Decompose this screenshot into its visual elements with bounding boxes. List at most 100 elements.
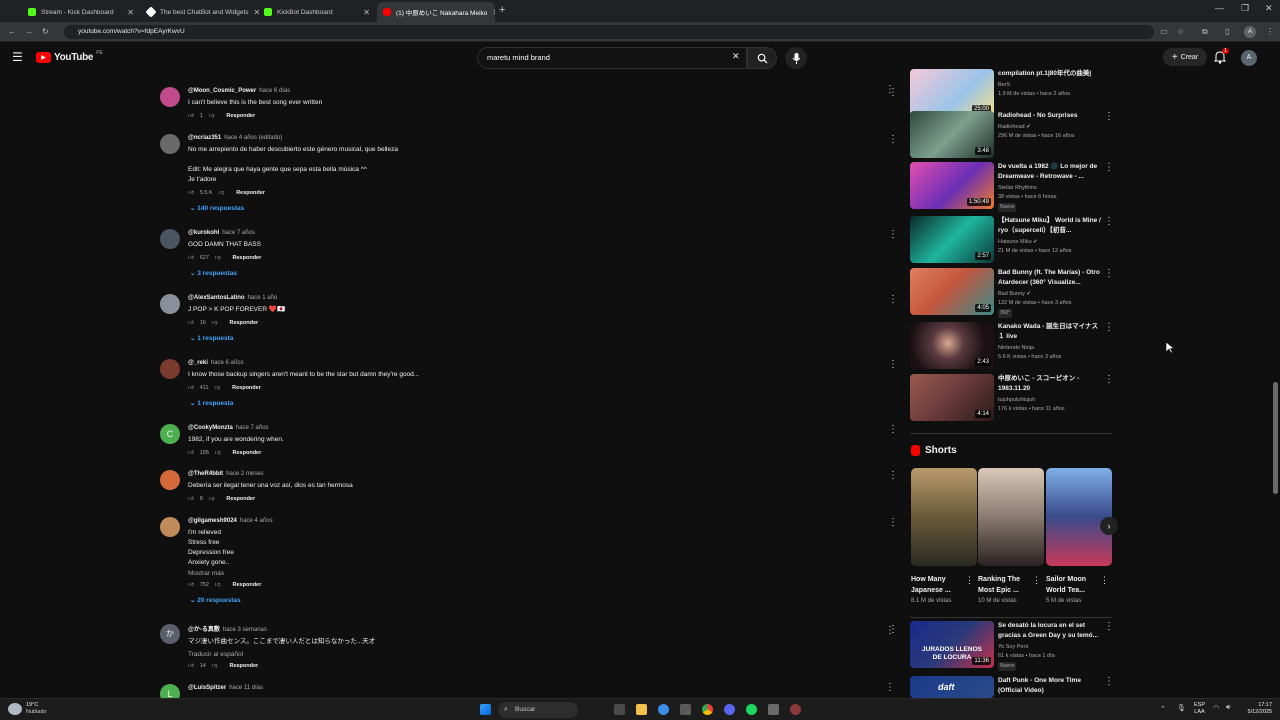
language-indicator[interactable]: ESP LAA	[1194, 702, 1205, 716]
tab-chatbot[interactable]: The best ChatBot and Widgets ✕	[141, 2, 259, 22]
tab-kickbot[interactable]: KickBot Dashboard ✕	[258, 2, 376, 22]
video-title[interactable]: compilation pt.1|80年代の曲美|	[998, 69, 1103, 79]
translate-button[interactable]: Traducir al español	[188, 651, 878, 658]
channel-name[interactable]: Hatsune Miku ✔	[998, 238, 1103, 247]
hamburger-menu-icon[interactable]: ☰	[12, 50, 23, 64]
comment-time[interactable]: hace 6 años	[211, 360, 244, 366]
url-field[interactable]: youtube.com/watch?v=fdpEAyrKwvU	[64, 25, 1154, 39]
view-replies-button[interactable]: ⌄ 1 respuesta	[190, 399, 878, 407]
comment-author[interactable]: @ncriaz351	[188, 135, 221, 141]
video-title[interactable]: Se desató la locura en el set gracias a …	[998, 621, 1103, 641]
dislike-icon[interactable]: 👎︎	[209, 113, 215, 119]
short-title[interactable]: How Many Japanese ...	[911, 574, 965, 596]
app-icon[interactable]	[680, 704, 691, 715]
video-thumbnail[interactable]: 1:50:49	[910, 162, 994, 209]
avatar[interactable]	[160, 517, 180, 537]
comment-menu-icon[interactable]: ⋮	[888, 294, 898, 305]
show-more-button[interactable]: Mostrar más	[188, 570, 878, 577]
video-menu-icon[interactable]: ⋮	[1104, 621, 1114, 632]
comment-time[interactable]: hace 7 años	[236, 425, 269, 431]
channel-name[interactable]: tujuhpuluhtujuh	[998, 396, 1103, 405]
like-icon[interactable]: 👍︎	[188, 190, 194, 196]
avatar[interactable]	[160, 87, 180, 107]
video-title[interactable]: 【Hatsune Miku】 World is Mine / ryo（super…	[998, 216, 1103, 236]
short-thumbnail[interactable]	[911, 468, 977, 566]
dislike-icon[interactable]: 👎︎	[215, 255, 221, 261]
recommended-video[interactable]: 4:14 中原めいこ - スコーピオン - 1983.11.20 tujuhpu…	[910, 374, 1115, 422]
video-menu-icon[interactable]: ⋮	[1104, 374, 1114, 385]
file-explorer-icon[interactable]	[636, 704, 647, 715]
reply-button[interactable]: Responder	[233, 582, 262, 588]
video-title[interactable]: 中原めいこ - スコーピオン - 1983.11.20	[998, 374, 1103, 394]
like-icon[interactable]: 👍︎	[188, 113, 194, 119]
comment-time[interactable]: hace 6 días	[259, 88, 290, 94]
video-title[interactable]: De vuelta a 1982 🌑 Lo mejor de Dreamwave…	[998, 162, 1103, 182]
short-title[interactable]: Ranking The Most Epic ...	[978, 574, 1032, 596]
recommended-video[interactable]: 3:48 Radiohead - No Surprises Radiohead …	[910, 111, 1115, 159]
comment-time[interactable]: hace 4 años (editado)	[224, 135, 282, 141]
video-title[interactable]: Kanako Wada - 誕生日はマイナス１ live	[998, 322, 1103, 342]
avatar[interactable]	[160, 359, 180, 379]
dislike-icon[interactable]: 👎︎	[212, 320, 218, 326]
comment-time[interactable]: hace 4 años	[240, 518, 273, 524]
dislike-icon[interactable]: 👎︎	[215, 385, 221, 391]
like-icon[interactable]: 👍︎	[188, 663, 194, 669]
channel-name[interactable]: Yo Soy Perú	[998, 643, 1103, 652]
comment-menu-icon[interactable]: ⋮	[888, 359, 898, 370]
close-tab-icon[interactable]: ✕	[363, 8, 370, 17]
chevron-up-icon[interactable]: ⌃	[1160, 705, 1166, 713]
video-menu-icon[interactable]: ⋮	[1104, 268, 1114, 279]
video-thumbnail[interactable]: 3:48	[910, 111, 994, 158]
reload-icon[interactable]: ↻	[42, 27, 49, 36]
edge-icon[interactable]	[658, 704, 669, 715]
comment-author[interactable]: @kurokohl	[188, 230, 219, 236]
close-tab-icon[interactable]: ✕	[127, 8, 134, 17]
comment-author[interactable]: @LuisSpitzer	[188, 685, 226, 691]
short-thumbnail[interactable]	[978, 468, 1044, 566]
comment-author[interactable]: @か-る真敷	[188, 627, 220, 633]
app-icon[interactable]	[768, 704, 779, 715]
avatar[interactable]	[160, 294, 180, 314]
voice-search-button[interactable]	[785, 47, 807, 69]
video-title[interactable]: Bad Bunny (ft. The Marías) - Otro Atarde…	[998, 268, 1103, 288]
reply-button[interactable]: Responder	[226, 496, 255, 502]
back-icon[interactable]: ←	[8, 27, 16, 36]
video-thumbnail[interactable]: daft	[910, 676, 994, 698]
weather-widget[interactable]: 19°C Nublado	[8, 702, 47, 716]
comment-menu-icon[interactable]: ⋮	[888, 134, 898, 145]
forward-icon[interactable]: →	[25, 27, 33, 36]
reply-button[interactable]: Responder	[229, 320, 258, 326]
discord-icon[interactable]	[724, 704, 735, 715]
like-icon[interactable]: 👍︎	[188, 255, 194, 261]
comment-author[interactable]: @gilgamesh9024	[188, 518, 237, 524]
like-icon[interactable]: 👍︎	[188, 582, 194, 588]
view-replies-button[interactable]: ⌄ 1 respuesta	[190, 334, 878, 342]
new-tab-icon[interactable]: +	[499, 4, 505, 16]
channel-name[interactable]: Stellar Rhythms	[998, 184, 1103, 193]
comment-time[interactable]: hace 1 año	[248, 295, 278, 301]
video-thumbnail[interactable]: 2:43	[910, 322, 994, 369]
youtube-logo[interactable]: ▶ YouTube PE	[36, 50, 103, 63]
channel-name[interactable]: BerS	[998, 81, 1103, 90]
recommended-video[interactable]: 2:57 【Hatsune Miku】 World is Mine / ryo（…	[910, 216, 1115, 264]
video-title[interactable]: Radiohead - No Surprises	[998, 111, 1103, 121]
reply-button[interactable]: Responder	[236, 190, 265, 196]
close-window-icon[interactable]: ✕	[1265, 3, 1273, 14]
avatar[interactable]	[160, 470, 180, 490]
recommended-video[interactable]: 2:43 Kanako Wada - 誕生日はマイナス１ live Ninten…	[910, 322, 1115, 370]
comment-menu-icon[interactable]: ⋮	[888, 424, 898, 435]
comment-author[interactable]: @_reki	[188, 360, 208, 366]
video-menu-icon[interactable]: ⋮	[1104, 162, 1114, 173]
create-button[interactable]: + Crear	[1163, 48, 1207, 66]
comment-menu-icon[interactable]: ⋮	[888, 229, 898, 240]
avatar[interactable]: か	[160, 624, 180, 644]
task-view-icon[interactable]	[614, 704, 625, 715]
spotify-icon[interactable]	[746, 704, 757, 715]
comment-author[interactable]: @Moon_Cosmic_Power	[188, 88, 256, 94]
view-replies-button[interactable]: ⌄ 3 respuestas	[190, 269, 878, 277]
reply-button[interactable]: Responder	[233, 450, 262, 456]
short-item[interactable]: Sailor Moon World Tea... 5 M de vistas ⋮	[1046, 468, 1112, 604]
video-menu-icon[interactable]: ⋮	[1104, 676, 1114, 687]
bookmark-star-icon[interactable]: ☆	[1177, 27, 1184, 36]
reply-button[interactable]: Responder	[229, 663, 258, 669]
